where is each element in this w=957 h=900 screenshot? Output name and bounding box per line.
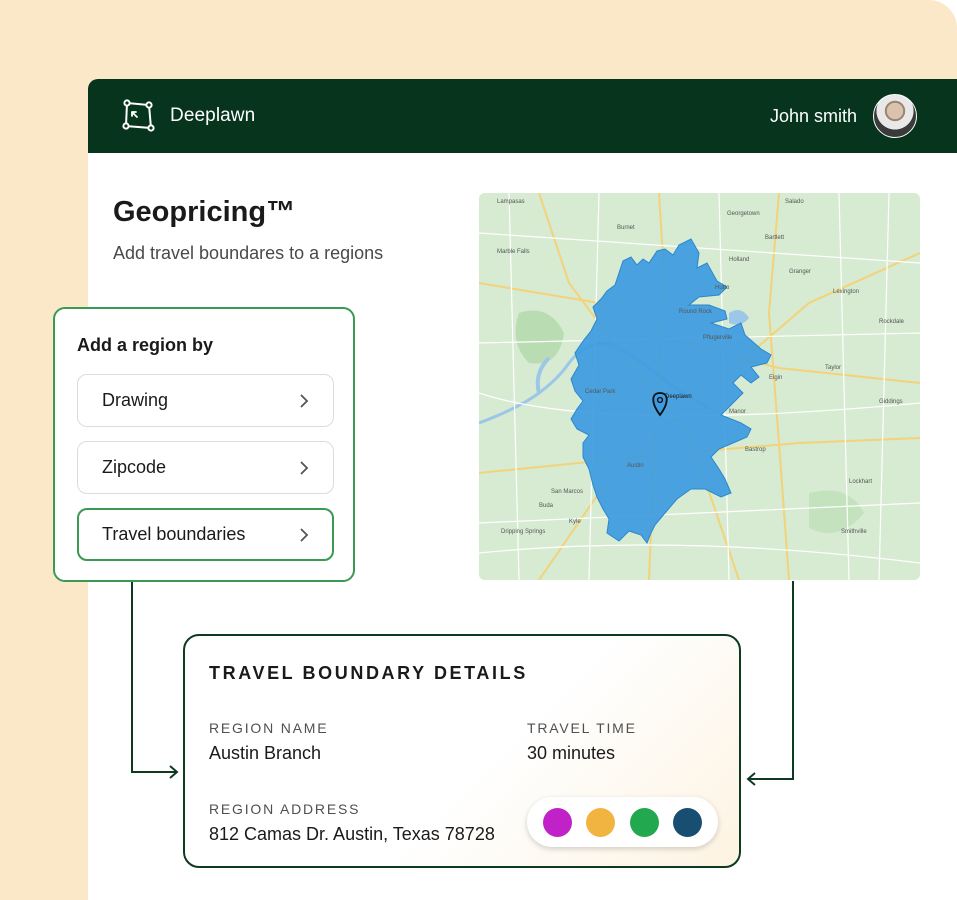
map-label: Dripping Springs <box>501 529 545 535</box>
map-label: Rockdale <box>879 319 905 325</box>
region-name-value: Austin Branch <box>209 743 322 763</box>
option-label: Travel boundaries <box>102 524 246 544</box>
map-label: Giddings <box>879 399 903 405</box>
color-picker <box>527 797 718 847</box>
region-name-label: REGION NAME <box>209 720 329 736</box>
page-subtitle: Add travel boundares to a regions <box>113 243 384 263</box>
deeplawn-logo-icon <box>122 99 155 132</box>
map-label: Hutto <box>715 285 730 291</box>
map-label: Elgin <box>769 375 782 381</box>
page-title: Geopricing™ <box>113 196 296 228</box>
map-label: Lockhart <box>849 479 872 485</box>
map-label: Holland <box>729 257 749 263</box>
map-label: Bastrop <box>745 447 766 453</box>
user-name: John smith <box>769 105 857 126</box>
map-label: Pflugerville <box>703 335 733 341</box>
map-label: Austin <box>627 463 644 469</box>
map-label: Kyle <box>569 519 581 525</box>
map-label: Granger <box>789 269 811 275</box>
option-drawing[interactable]: Drawing <box>77 374 334 427</box>
region-address-label: REGION ADDRESS <box>209 801 361 817</box>
travel-boundary-details-card: TRAVEL BOUNDARY DETAILS REGION NAME Aust… <box>183 634 741 868</box>
chevron-right-icon <box>300 527 309 542</box>
map-label: Round Rock <box>679 309 713 315</box>
map-canvas: Lampasas Burnet Marble Falls Georgetown … <box>479 193 920 580</box>
add-region-card: Add a region by Drawing Zipcode Travel b… <box>53 307 355 582</box>
map-label: Buda <box>539 503 554 509</box>
map-label: Lexington <box>833 289 859 295</box>
map-label: Georgetown <box>727 211 760 217</box>
color-swatch[interactable] <box>543 807 572 837</box>
add-region-title: Add a region by <box>77 335 214 355</box>
brand[interactable]: Deeplawn <box>120 98 255 134</box>
map-label: Bartlett <box>765 235 784 241</box>
map-label: Cedar Park <box>585 389 616 395</box>
avatar[interactable] <box>873 94 917 138</box>
region-address-value: 812 Camas Dr. Austin, Texas 78728 <box>209 824 495 844</box>
travel-boundary-map[interactable]: Lampasas Burnet Marble Falls Georgetown … <box>479 193 920 580</box>
chevron-right-icon <box>300 460 309 475</box>
option-label: Zipcode <box>102 457 167 477</box>
option-travel-boundaries[interactable]: Travel boundaries <box>77 508 334 561</box>
option-zipcode[interactable]: Zipcode <box>77 441 334 494</box>
map-label: Lampasas <box>497 199 525 205</box>
map-label: Salado <box>785 199 804 205</box>
map-label: Manor <box>729 409 746 415</box>
color-swatch[interactable] <box>629 807 659 837</box>
map-label: Marble Falls <box>497 249 530 255</box>
chevron-right-icon <box>300 393 309 408</box>
user-menu[interactable]: John smith <box>770 94 917 138</box>
details-title: TRAVEL BOUNDARY DETAILS <box>209 663 528 683</box>
color-swatch[interactable] <box>672 807 702 837</box>
color-swatch[interactable] <box>586 807 616 837</box>
app-name: Deeplawn <box>170 105 256 126</box>
map-center-label: Deeplawn <box>665 394 692 400</box>
top-navigation-bar: Deeplawn John smith <box>88 79 957 153</box>
map-label: Taylor <box>825 365 841 371</box>
travel-time-value: 30 minutes <box>527 743 616 763</box>
travel-time-label: TRAVEL TIME <box>527 720 637 736</box>
map-label: Smithville <box>841 529 867 535</box>
option-label: Drawing <box>102 390 169 410</box>
map-label: Burnet <box>617 225 635 231</box>
map-label: San Marcos <box>551 489 583 495</box>
